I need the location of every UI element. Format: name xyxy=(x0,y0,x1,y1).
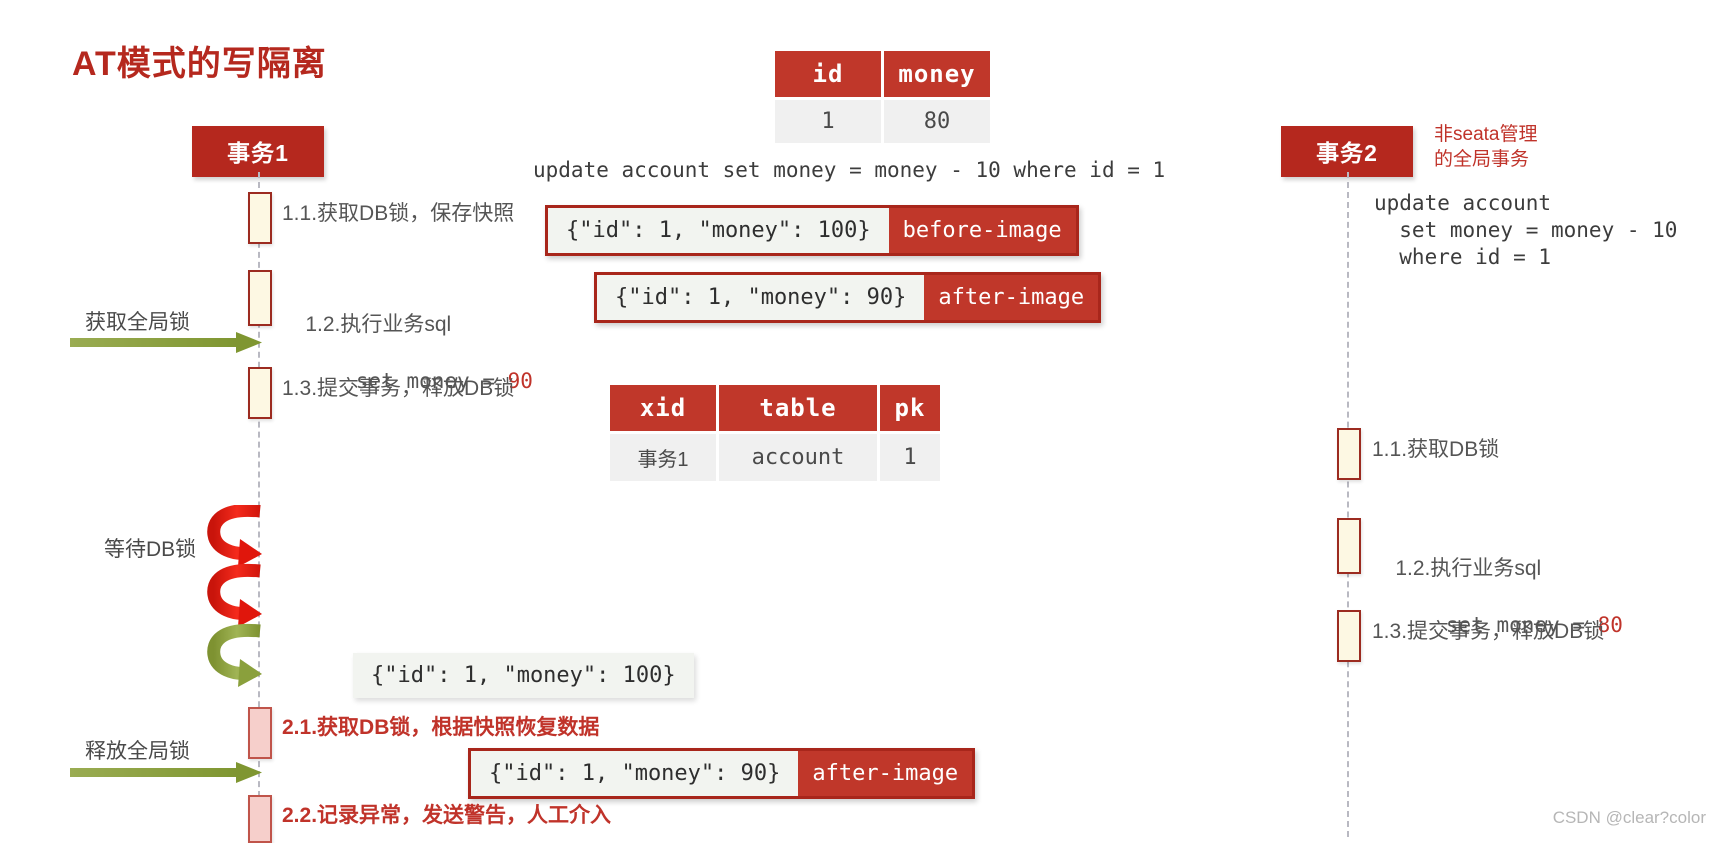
transaction2-lifeline xyxy=(1347,172,1349,837)
activation-bar-1-3 xyxy=(248,367,272,419)
before-image-chip: {"id": 1, "money": 100} before-image xyxy=(545,205,1079,256)
activation-bar-1-1 xyxy=(248,192,272,244)
activation-bar-2-1 xyxy=(248,707,272,759)
transaction2-step-label-1-1: 1.1.获取DB锁 xyxy=(1372,438,1500,461)
step-label-2-2: 2.2.记录异常，发送警告，人工介入 xyxy=(282,804,612,827)
diagram-canvas: AT模式的写隔离 id money 1 80 事务1 update accoun… xyxy=(0,0,1720,843)
wait-db-lock-spiral-icon xyxy=(207,505,262,687)
table-header-row: id money xyxy=(775,51,990,97)
transaction1-sql: update account set money = money - 10 wh… xyxy=(533,158,1166,182)
restore-snapshot-chip: {"id": 1, "money": 100} xyxy=(353,653,694,698)
page-title: AT模式的写隔离 xyxy=(72,45,327,83)
release-global-lock-arrow-icon xyxy=(70,762,262,783)
cell-pk: 1 xyxy=(880,434,940,481)
wait-db-lock-label: 等待DB锁 xyxy=(104,538,197,561)
before-image-tag: before-image xyxy=(888,208,1076,253)
before-image-json: {"id": 1, "money": 100} xyxy=(548,208,889,253)
transaction2-header: 事务2 xyxy=(1281,126,1413,177)
transaction1-header: 事务1 xyxy=(192,126,324,177)
rollback-after-image-tag: after-image xyxy=(798,751,973,796)
global-lock-table: xid table pk 事务1 account 1 xyxy=(607,382,943,484)
cell-xid: 事务1 xyxy=(610,434,716,481)
column-header-xid: xid xyxy=(610,385,716,431)
table-row: 1 80 xyxy=(775,100,990,143)
transaction2-activation-bar-1-2 xyxy=(1337,518,1361,574)
column-header-money: money xyxy=(884,51,990,97)
account-table-grid: id money 1 80 xyxy=(772,48,993,146)
step-label-1-1: 1.1.获取DB锁，保存快照 xyxy=(282,202,515,225)
after-image-json: {"id": 1, "money": 90} xyxy=(597,275,925,320)
activation-bar-1-2 xyxy=(248,270,272,326)
acquire-global-lock-arrow-icon xyxy=(70,332,262,353)
transaction2-step-label-1-3: 1.3.提交事务，释放DB锁 xyxy=(1372,620,1605,643)
activation-bar-2-2 xyxy=(248,795,272,843)
restore-snapshot-json: {"id": 1, "money": 100} xyxy=(353,653,694,698)
transaction2-step-1-2-title: 1.2.执行业务sql xyxy=(1395,557,1542,580)
transaction2-sql: update account set money = money - 10 wh… xyxy=(1374,191,1678,269)
transaction2-activation-bar-1-3 xyxy=(1337,610,1361,662)
rollback-after-image-chip: {"id": 1, "money": 90} after-image xyxy=(468,748,976,799)
transaction2-activation-bar-1-1 xyxy=(1337,428,1361,480)
account-table: id money 1 80 xyxy=(772,48,993,146)
table-header-row: xid table pk xyxy=(610,385,940,431)
step-label-1-3: 1.3.提交事务，释放DB锁 xyxy=(282,377,515,400)
global-lock-table-grid: xid table pk 事务1 account 1 xyxy=(607,382,943,484)
watermark: CSDN @clear?color xyxy=(1552,808,1706,827)
column-header-table: table xyxy=(719,385,877,431)
table-row: 事务1 account 1 xyxy=(610,434,940,481)
transaction2-note: 非seata管理 的全局事务 xyxy=(1434,124,1538,170)
cell-id: 1 xyxy=(775,100,881,143)
cell-money: 80 xyxy=(884,100,990,143)
column-header-pk: pk xyxy=(880,385,940,431)
cell-table: account xyxy=(719,434,877,481)
step-1-2-title: 1.2.执行业务sql xyxy=(305,313,452,336)
step-label-2-1: 2.1.获取DB锁，根据快照恢复数据 xyxy=(282,716,600,739)
after-image-chip: {"id": 1, "money": 90} after-image xyxy=(594,272,1102,323)
after-image-tag: after-image xyxy=(924,275,1099,320)
transaction2-step-label-1-2: 1.2.执行业务sql set money = 80 xyxy=(1372,527,1623,668)
rollback-after-image-json: {"id": 1, "money": 90} xyxy=(471,751,799,796)
column-header-id: id xyxy=(775,51,881,97)
